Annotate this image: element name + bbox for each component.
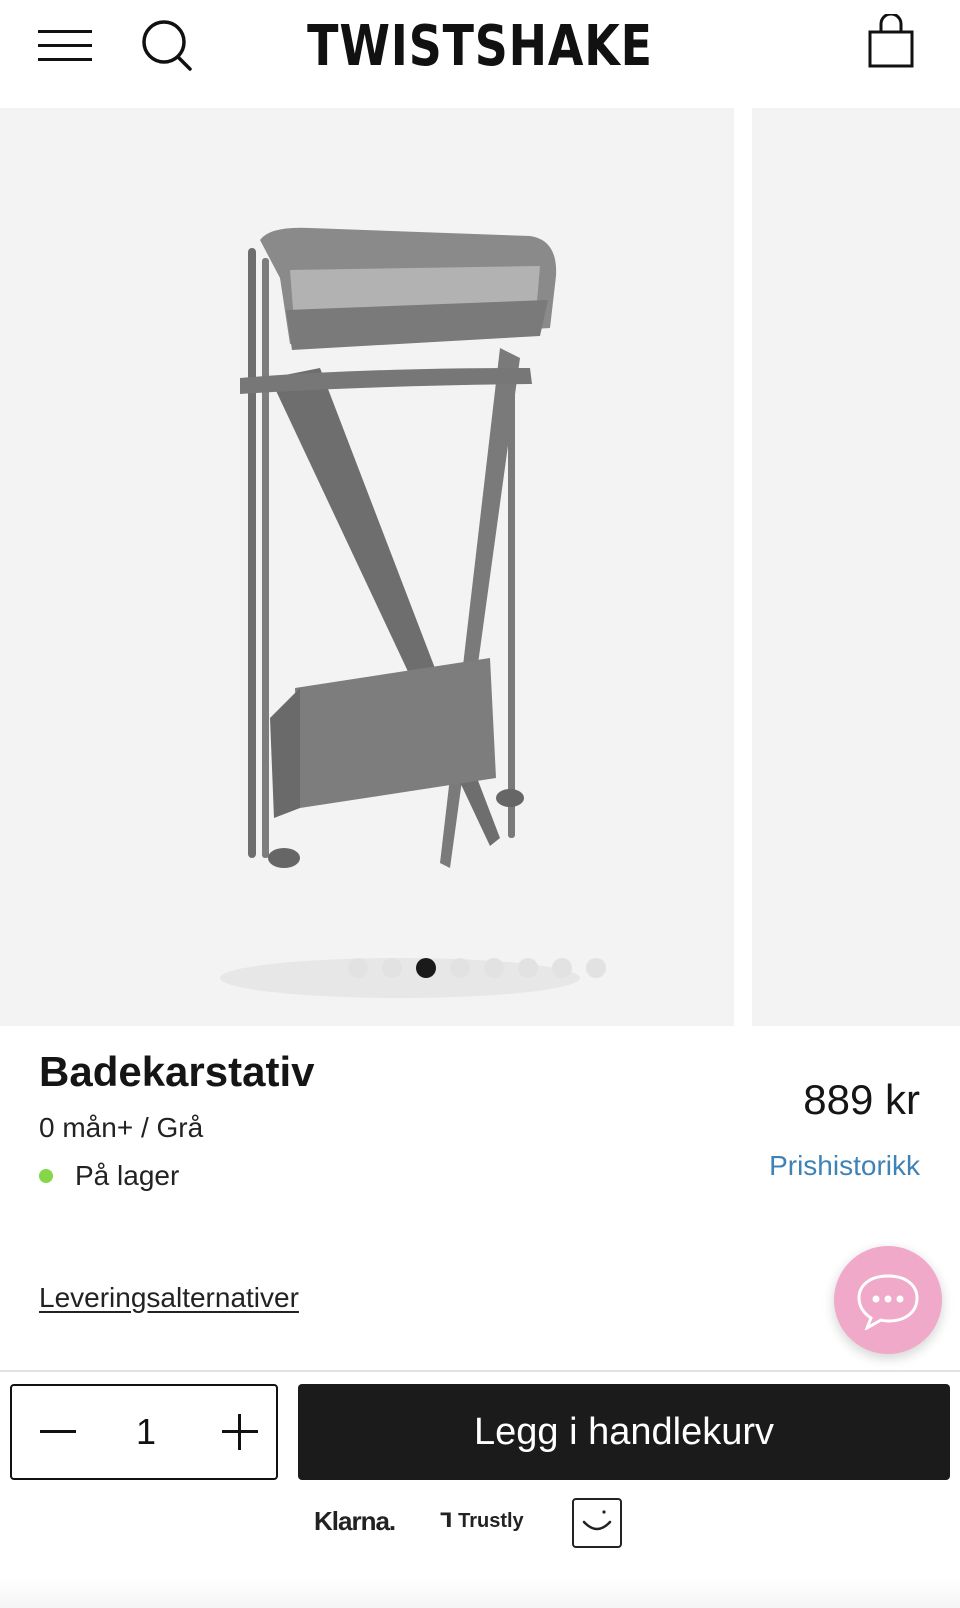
product-title: Badekarstativ bbox=[39, 1048, 315, 1095]
purchase-bar: Legg i handlekurv Klarna. ᒣ Trustly bbox=[0, 1370, 960, 1608]
delivery-options-link[interactable]: Leveringsalternativer bbox=[39, 1282, 299, 1314]
gallery-dot[interactable] bbox=[484, 958, 504, 978]
gallery-dot-active[interactable] bbox=[416, 958, 436, 978]
product-image-gallery[interactable] bbox=[0, 108, 960, 1026]
gallery-dot[interactable] bbox=[552, 958, 572, 978]
quantity-stepper bbox=[10, 1384, 278, 1480]
gallery-dot[interactable] bbox=[348, 958, 368, 978]
gallery-dot[interactable] bbox=[382, 958, 402, 978]
quantity-input[interactable] bbox=[92, 1410, 200, 1454]
stock-status-label: På lager bbox=[75, 1160, 180, 1191]
shopping-bag-icon[interactable] bbox=[866, 12, 918, 70]
gallery-dot[interactable] bbox=[450, 958, 470, 978]
stock-status: På lager bbox=[39, 1160, 179, 1192]
brand-logo[interactable]: TWISTSHAKE bbox=[86, 14, 873, 79]
gallery-slide-current[interactable] bbox=[0, 108, 734, 1026]
product-price: 889 kr bbox=[803, 1076, 920, 1123]
gallery-dot[interactable] bbox=[586, 958, 606, 978]
product-image bbox=[220, 227, 580, 998]
gallery-pagination bbox=[348, 958, 606, 978]
gallery-slide-next-peek[interactable] bbox=[752, 108, 960, 1026]
bottom-fade bbox=[0, 1578, 960, 1608]
product-variant: 0 mån+ / Grå bbox=[39, 1112, 204, 1143]
site-header: TWISTSHAKE bbox=[0, 0, 960, 108]
gallery-dot[interactable] bbox=[518, 958, 538, 978]
product-info: Badekarstativ 0 mån+ / Grå På lager 889 … bbox=[0, 1026, 960, 1370]
chat-bubble-icon[interactable] bbox=[834, 1246, 942, 1354]
in-stock-dot-icon bbox=[39, 1169, 53, 1183]
trustly-mark-icon: ᒣ bbox=[440, 1510, 459, 1532]
plus-icon[interactable] bbox=[218, 1410, 262, 1454]
klarna-logo: Klarna. bbox=[314, 1506, 396, 1536]
smile-logo-icon bbox=[572, 1498, 622, 1548]
minus-icon[interactable] bbox=[36, 1410, 80, 1454]
payment-methods: Klarna. ᒣ Trustly bbox=[0, 1494, 960, 1554]
price-history-link[interactable]: Prishistorikk bbox=[769, 1150, 920, 1182]
trustly-logo: ᒣ Trustly bbox=[440, 1510, 524, 1532]
add-to-cart-button[interactable]: Legg i handlekurv bbox=[298, 1384, 950, 1480]
